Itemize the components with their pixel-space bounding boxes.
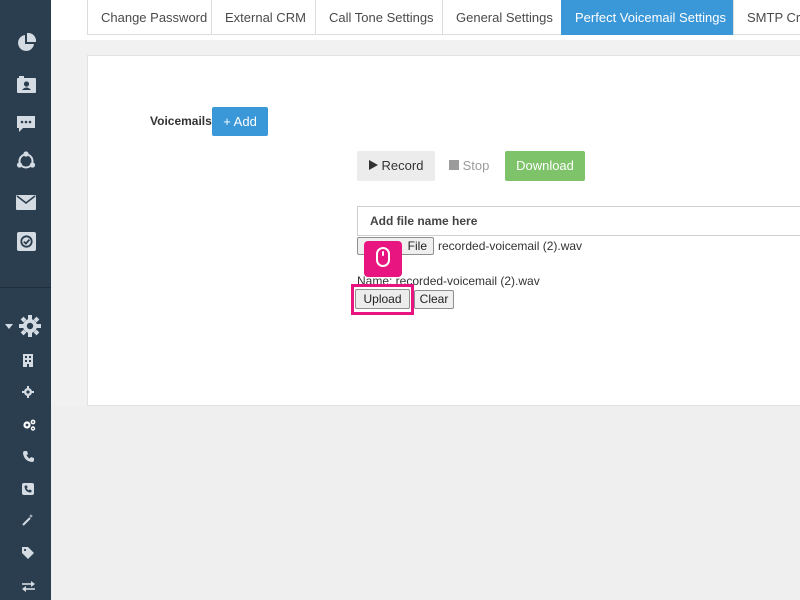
tab-call-tone-settings[interactable]: Call Tone Settings [315, 0, 442, 35]
play-icon [368, 151, 378, 181]
tab-change-password[interactable]: Change Password [87, 0, 211, 35]
tab-decoration [487, 0, 517, 3]
download-button[interactable]: Download [505, 151, 585, 181]
tab-label: General Settings [456, 10, 553, 25]
phone-square-icon[interactable] [20, 481, 36, 497]
sidebar [0, 0, 51, 600]
stop-icon [448, 151, 459, 181]
contact-card-icon[interactable] [15, 73, 37, 95]
tab-label: External CRM [225, 10, 306, 25]
chat-icon[interactable] [15, 113, 37, 135]
clear-button[interactable]: Clear [414, 290, 454, 309]
envelope-icon[interactable] [15, 191, 37, 213]
check-badge-icon[interactable] [15, 230, 37, 252]
file-name-input[interactable] [357, 206, 800, 236]
tab-label: SMTP Cre [747, 10, 800, 25]
small-gear-icon[interactable] [20, 384, 36, 400]
add-voicemail-button[interactable]: + Add [212, 107, 268, 136]
magic-wand-icon[interactable] [20, 512, 36, 528]
tab-decoration [140, 0, 160, 3]
pie-chart-icon[interactable] [15, 32, 37, 54]
stop-label: Stop [462, 158, 490, 173]
tab-label: Change Password [101, 10, 208, 25]
settings-gear-icon[interactable] [18, 314, 42, 338]
caret-down-icon[interactable] [4, 321, 14, 331]
mouse-icon [376, 246, 390, 272]
exchange-icon[interactable] [20, 578, 36, 594]
tab-general-settings[interactable]: General Settings [442, 0, 561, 35]
upload-button[interactable]: Upload [355, 289, 410, 309]
chosen-file-name: recorded-voicemail (2).wav [438, 239, 583, 253]
sidebar-divider [0, 287, 51, 288]
building-icon[interactable] [20, 352, 36, 368]
tag-icon[interactable] [20, 545, 36, 561]
tab-smtp[interactable]: SMTP Cre [733, 0, 800, 35]
tab-perfect-voicemail-settings[interactable]: Perfect Voicemail Settings [561, 0, 733, 35]
voicemails-label: Voicemails [150, 114, 212, 128]
tab-external-crm[interactable]: External CRM [211, 0, 315, 35]
record-label: Record [381, 158, 424, 173]
stop-button[interactable]: Stop [437, 151, 501, 181]
tab-label: Call Tone Settings [329, 10, 434, 25]
network-icon[interactable] [15, 150, 37, 172]
mouse-click-indicator [364, 241, 402, 277]
gears-icon[interactable] [20, 416, 38, 434]
phone-icon[interactable] [20, 448, 36, 464]
tab-label: Perfect Voicemail Settings [575, 10, 727, 25]
page-background [51, 406, 800, 600]
record-button[interactable]: Record [357, 151, 435, 181]
tab-decoration [254, 0, 274, 3]
settings-tabs: Change Password External CRM Call Tone S… [87, 0, 800, 35]
